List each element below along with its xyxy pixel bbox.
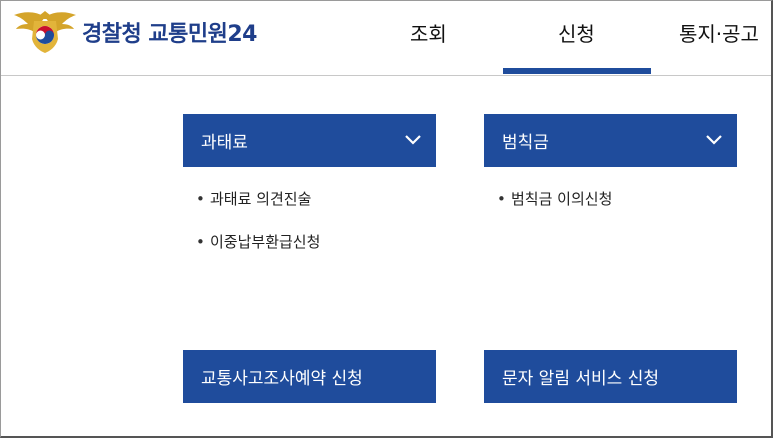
nav-item-apply[interactable]: 신청 — [558, 18, 595, 47]
list-item-fine-opinion[interactable]: • 과태료 의견진술 — [196, 188, 320, 210]
panel-header-penalty[interactable]: 범칙금 — [484, 114, 737, 167]
list-item-double-payment-refund[interactable]: • 이중납부환급신청 — [196, 231, 320, 253]
chevron-down-icon — [405, 135, 421, 145]
accident-investigation-button[interactable]: 교통사고조사예약 신청 — [183, 350, 436, 403]
police-emblem-icon — [14, 11, 76, 53]
panel-title-fine: 과태료 — [201, 133, 248, 153]
panel-header-fine[interactable]: 과태료 — [183, 114, 436, 167]
nav-item-notice[interactable]: 통지·공고 — [679, 18, 759, 47]
site-name: 경찰청 교통민원24 — [82, 22, 257, 47]
chevron-down-icon — [706, 135, 722, 145]
sms-alert-button[interactable]: 문자 알림 서비스 신청 — [484, 350, 737, 403]
fine-sub-list: • 과태료 의견진술 • 이중납부환급신청 — [196, 188, 320, 274]
list-item-penalty-objection[interactable]: • 범칙금 이의신청 — [497, 188, 612, 210]
site-logo[interactable]: 경찰청 교통민원24 — [12, 9, 257, 55]
nav-item-lookup[interactable]: 조회 — [410, 18, 447, 47]
nav-active-indicator — [503, 68, 651, 74]
site-header: 경찰청 교통민원24 조회 신청 통지·공고 — [0, 0, 773, 76]
panel-title-penalty: 범칙금 — [502, 133, 549, 153]
penalty-sub-list: • 범칙금 이의신청 — [497, 188, 612, 231]
